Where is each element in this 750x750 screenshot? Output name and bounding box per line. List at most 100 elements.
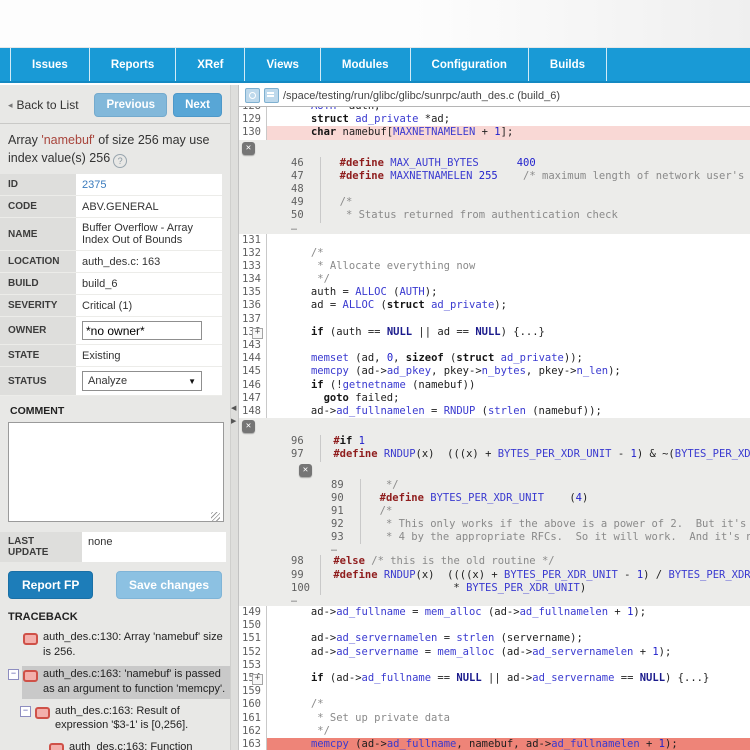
close-expansion-icon[interactable]: ✕ bbox=[242, 420, 255, 433]
collapse-toggle-icon[interactable]: − bbox=[20, 706, 31, 717]
traceback-item[interactable]: −auth_des.c:163: Result of expression '$… bbox=[20, 703, 230, 736]
issue-field-row: BUILDbuild_6 bbox=[0, 273, 222, 295]
traceback-item-content[interactable]: auth_des.c:163: 'namebuf' is passed as a… bbox=[22, 666, 230, 699]
line-number: 92 bbox=[239, 518, 361, 531]
expand-fold-icon[interactable]: + bbox=[252, 674, 263, 685]
collapse-left-icon[interactable]: ◀ bbox=[231, 405, 236, 412]
field-label-severity: SEVERITY bbox=[0, 295, 76, 317]
issue-id-link[interactable]: 2375 bbox=[82, 179, 106, 191]
code-line-89: 89 */ bbox=[239, 479, 750, 492]
field-value-severity: Critical (1) bbox=[76, 295, 222, 317]
close-expansion-icon[interactable]: ✕ bbox=[299, 464, 312, 477]
nav-tab-views[interactable]: Views bbox=[244, 48, 319, 81]
nav-tab-modules[interactable]: Modules bbox=[320, 48, 410, 81]
traceback-item[interactable]: −auth_des.c:163: 'namebuf' is passed as … bbox=[8, 666, 230, 699]
traceback-title: TRACEBACK bbox=[8, 611, 230, 623]
code-text: /* bbox=[267, 698, 750, 711]
line-number: 47 bbox=[239, 170, 321, 183]
code-line-48: 48 bbox=[239, 183, 750, 196]
traceback-list: auth_des.c:130: Array 'namebuf' size is … bbox=[0, 629, 230, 750]
traceback-item-content[interactable]: auth_des.c:163: Result of expression '$3… bbox=[34, 703, 230, 736]
code-line-147: 147 goto failed; bbox=[239, 392, 750, 405]
panel-splitter[interactable]: ◀ ▶ bbox=[230, 85, 238, 750]
issue-fields-table: ID2375CODEABV.GENERALNAMEBuffer Overflow… bbox=[0, 174, 222, 396]
code-line-135: 135 auth = ALLOC (AUTH); bbox=[239, 286, 750, 299]
ellipsis-text: … bbox=[239, 595, 297, 606]
nav-tab-builds[interactable]: Builds bbox=[528, 48, 607, 81]
line-number: 151 bbox=[239, 632, 267, 645]
code-line-162: 162 */ bbox=[239, 725, 750, 738]
line-number: 91 bbox=[239, 505, 361, 518]
line-number: 46 bbox=[239, 157, 321, 170]
previous-button[interactable]: Previous bbox=[94, 93, 167, 117]
line-number: 89 bbox=[239, 479, 361, 492]
code-text: #define MAXNETNAMELEN 255 /* maximum len… bbox=[321, 170, 750, 183]
collapse-toggle-icon[interactable]: − bbox=[8, 669, 19, 680]
traceback-item[interactable]: auth_des.c:163: Function argument '$3' i… bbox=[48, 739, 230, 750]
code-text: * Allocate everything now bbox=[267, 260, 750, 273]
issue-field-row: SEVERITYCritical (1) bbox=[0, 295, 222, 317]
line-number: 136 bbox=[239, 299, 267, 312]
close-expansion-icon[interactable]: ✕ bbox=[242, 142, 255, 155]
expand-fold-icon[interactable]: + bbox=[252, 328, 263, 339]
code-text: struct ad_private *ad; bbox=[267, 113, 750, 126]
line-number: 90 bbox=[239, 492, 361, 505]
field-value-id: 2375 bbox=[76, 174, 222, 196]
code-line-150: 150 bbox=[239, 619, 750, 632]
next-button[interactable]: Next bbox=[173, 93, 222, 117]
code-line-46: 46 #define MAX_AUTH_BYTES 400 bbox=[239, 157, 750, 170]
ellipsis-text: … bbox=[239, 223, 297, 234]
field-value-state: Existing bbox=[76, 345, 222, 367]
traceback-item[interactable]: auth_des.c:130: Array 'namebuf' size is … bbox=[22, 629, 230, 662]
comment-textarea[interactable] bbox=[8, 422, 224, 522]
field-value-build: build_6 bbox=[76, 273, 222, 295]
code-text: * Set up private data bbox=[267, 712, 750, 725]
line-number: 148 bbox=[239, 405, 267, 418]
save-changes-button[interactable]: Save changes bbox=[116, 571, 222, 599]
code-line-161: 161 * Set up private data bbox=[239, 712, 750, 725]
back-to-list-link[interactable]: ◂ Back to List bbox=[8, 98, 88, 112]
owner-input[interactable] bbox=[82, 321, 202, 340]
code-line-145: 145 memcpy (ad->ad_pkey, pkey->n_bytes, … bbox=[239, 365, 750, 378]
code-ellipsis-row: … bbox=[239, 544, 750, 555]
source-file-icon[interactable] bbox=[264, 88, 279, 103]
code-text: memset (ad, 0, sizeof (struct ad_private… bbox=[267, 352, 750, 365]
code-line-152: 152 ad->ad_servername = mem_alloc (ad->a… bbox=[239, 646, 750, 659]
traceback-item-content[interactable]: auth_des.c:130: Array 'namebuf' size is … bbox=[22, 629, 230, 662]
nav-tab-reports[interactable]: Reports bbox=[89, 48, 175, 81]
line-number: 129 bbox=[239, 113, 267, 126]
traceback-item-content[interactable]: auth_des.c:163: Function argument '$3' i… bbox=[48, 739, 230, 750]
line-number: 162 bbox=[239, 725, 267, 738]
line-number: 144 bbox=[239, 352, 267, 365]
line-number: 97 bbox=[239, 448, 321, 461]
field-label-name: NAME bbox=[0, 218, 76, 251]
code-text: if (ad->ad_fullname == NULL || ad->ad_se… bbox=[267, 672, 750, 685]
nav-tab-xref[interactable]: XRef bbox=[175, 48, 244, 81]
locate-in-tree-icon[interactable] bbox=[245, 88, 260, 103]
field-value-code: ABV.GENERAL bbox=[76, 196, 222, 218]
code-line-134: 134 */ bbox=[239, 273, 750, 286]
code-text: goto failed; bbox=[267, 392, 750, 405]
code-text: if (auth == NULL || ad == NULL) {...} bbox=[267, 326, 750, 339]
code-text: * This only works if the above is a powe… bbox=[361, 518, 750, 531]
code-expansion-row: ✕ bbox=[239, 140, 750, 157]
code-text: * Status returned from authentication ch… bbox=[321, 209, 750, 222]
code-text bbox=[321, 183, 750, 196]
issue-field-row: STATUSAnalyze▼ bbox=[0, 367, 222, 396]
line-number: 93 bbox=[239, 531, 361, 544]
nav-tab-issues[interactable]: Issues bbox=[10, 48, 89, 81]
nav-tab-configuration[interactable]: Configuration bbox=[410, 48, 528, 81]
resize-grip-icon[interactable] bbox=[211, 512, 220, 521]
help-icon[interactable]: ? bbox=[113, 154, 127, 168]
event-marker-icon bbox=[49, 743, 64, 750]
collapse-right-icon[interactable]: ▶ bbox=[231, 418, 236, 425]
code-text: * BYTES_PER_XDR_UNIT) bbox=[321, 582, 750, 595]
source-code-view[interactable]: 128 AUTH *auth;129 struct ad_private *ad… bbox=[239, 107, 750, 750]
status-select[interactable]: Analyze▼ bbox=[82, 371, 202, 391]
code-line-143: 143 bbox=[239, 339, 750, 352]
code-text: #define RNDUP(x) ((((x) + BYTES_PER_XDR_… bbox=[321, 569, 750, 582]
line-number: 154+ bbox=[239, 672, 267, 685]
report-fp-button[interactable]: Report FP bbox=[8, 571, 93, 599]
code-text bbox=[267, 313, 750, 326]
code-text bbox=[267, 685, 750, 698]
